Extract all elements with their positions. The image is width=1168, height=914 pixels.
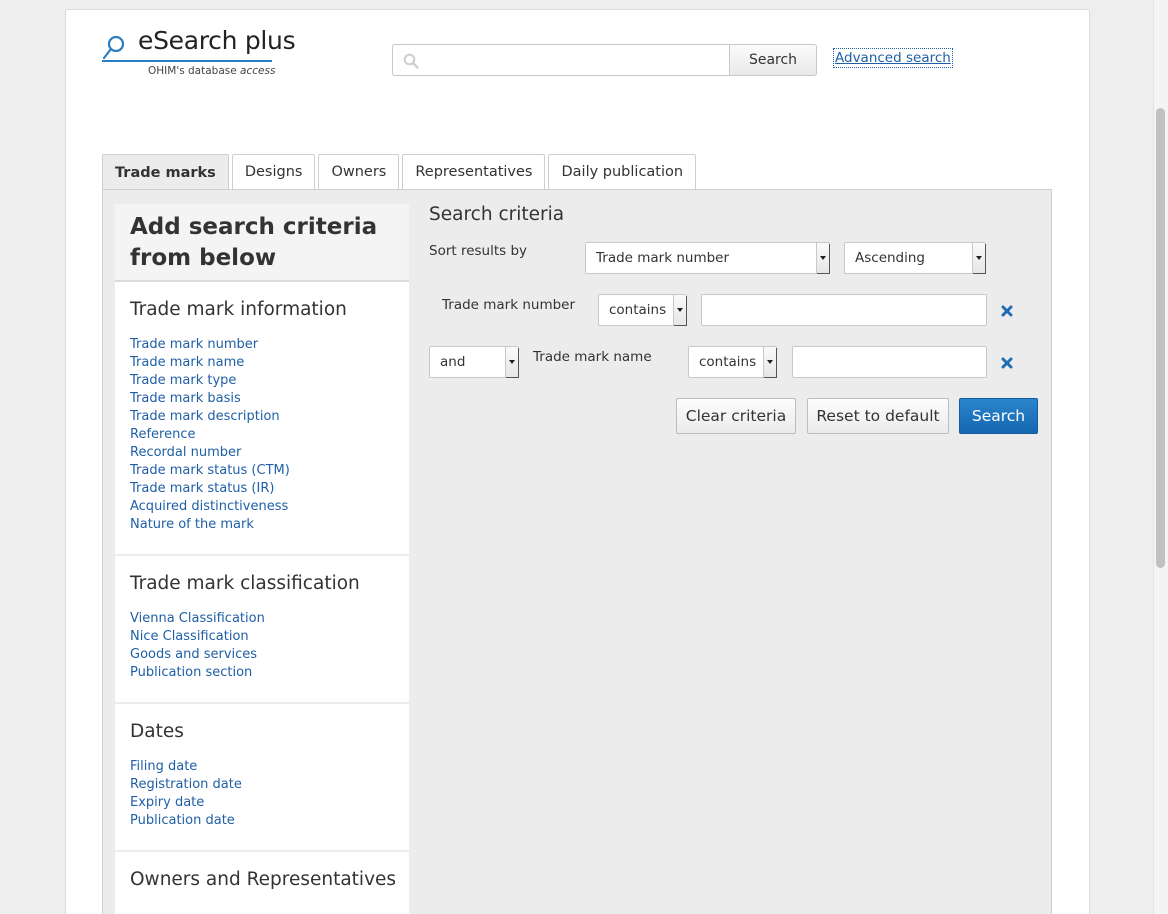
criteria-link[interactable]: Filing date — [130, 758, 394, 776]
clear-criteria-button[interactable]: Clear criteria — [676, 398, 796, 434]
advanced-search-link[interactable]: Advanced search — [833, 48, 953, 68]
esearch-logo[interactable]: eSearch plus OHIM's database access — [102, 26, 302, 82]
criteria-value-input[interactable] — [792, 346, 987, 378]
tab-designs[interactable]: Designs — [231, 154, 316, 189]
top-search-box — [392, 44, 730, 76]
criteria-link[interactable]: Goods and services — [130, 646, 394, 664]
dropdown-arrow-icon — [972, 243, 985, 273]
section-title: Dates — [130, 721, 184, 742]
dropdown-arrow-icon — [763, 347, 776, 377]
criteria-link[interactable]: Recordal number — [130, 444, 394, 462]
operator-select[interactable]: contains — [688, 346, 777, 378]
top-search-button[interactable]: Search — [729, 44, 817, 76]
criteria-link[interactable]: Nice Classification — [130, 628, 394, 646]
section-trade-mark-classification: Trade mark classification Vienna Classif… — [115, 556, 409, 704]
operator-value: contains — [609, 302, 667, 318]
reset-default-button[interactable]: Reset to default — [807, 398, 949, 434]
logo-underline — [102, 60, 272, 62]
dropdown-arrow-icon — [505, 347, 518, 377]
tab-bar: Trade marks Designs Owners Representativ… — [102, 154, 699, 190]
sort-order-select[interactable]: Ascending — [844, 242, 986, 274]
criteria-row-label: Trade mark number — [442, 297, 576, 313]
operator-value: contains — [699, 354, 757, 370]
criteria-link[interactable]: Acquired distinctiveness — [130, 498, 394, 516]
section-title: Trade mark classification — [130, 573, 360, 594]
section-owners-representatives: Owners and Representatives — [115, 852, 409, 914]
logo-subtitle: OHIM's database access — [148, 65, 275, 77]
sort-field-value: Trade mark number — [596, 250, 730, 266]
logo-title: eSearch plus — [138, 26, 296, 55]
section-title: Trade mark information — [130, 299, 347, 320]
sort-label: Sort results by — [429, 243, 528, 259]
section-trade-mark-information: Trade mark information Trade mark number… — [115, 282, 409, 556]
vertical-scrollbar[interactable] — [1153, 0, 1168, 914]
connector-value: and — [440, 354, 466, 370]
operator-select[interactable]: contains — [598, 294, 687, 326]
criteria-link[interactable]: Trade mark number — [130, 336, 394, 354]
search-icon — [403, 53, 419, 69]
criteria-link[interactable]: Reference — [130, 426, 394, 444]
criteria-link[interactable]: Trade mark basis — [130, 390, 394, 408]
logo-subtitle-emphasis: access — [240, 65, 276, 77]
logo-subtitle-main: OHIM's database — [148, 65, 237, 77]
section-dates: Dates Filing date Registration date Expi… — [115, 704, 409, 852]
criteria-row-label: Trade mark name — [533, 349, 652, 365]
sidebar-heading: Add search criteria from below — [115, 204, 409, 282]
dropdown-arrow-icon — [673, 295, 686, 325]
criteria-sidebar: Add search criteria from below Trade mar… — [115, 204, 409, 914]
criteria-link[interactable]: Trade mark description — [130, 408, 394, 426]
criteria-link[interactable]: Trade mark type — [130, 372, 394, 390]
criteria-link[interactable]: Trade mark status (IR) — [130, 480, 394, 498]
criteria-title: Search criteria — [429, 204, 565, 225]
dropdown-arrow-icon — [816, 243, 829, 273]
criteria-link[interactable]: Expiry date — [130, 794, 394, 812]
tab-daily-publication[interactable]: Daily publication — [548, 154, 697, 189]
sort-order-value: Ascending — [855, 250, 925, 266]
criteria-link[interactable]: Trade mark status (CTM) — [130, 462, 394, 480]
criteria-link[interactable]: Registration date — [130, 776, 394, 794]
criteria-link[interactable]: Trade mark name — [130, 354, 394, 372]
section-title: Owners and Representatives — [130, 869, 397, 890]
tab-trade-marks[interactable]: Trade marks — [102, 154, 229, 190]
connector-select[interactable]: and — [429, 346, 519, 378]
magnifier-logo-icon — [102, 35, 125, 60]
tab-representatives[interactable]: Representatives — [402, 154, 546, 189]
tab-owners[interactable]: Owners — [318, 154, 400, 189]
search-button[interactable]: Search — [959, 398, 1038, 434]
scrollbar-thumb[interactable] — [1156, 108, 1165, 568]
criteria-link[interactable]: Vienna Classification — [130, 610, 394, 628]
criteria-link[interactable]: Nature of the mark — [130, 516, 394, 534]
remove-criteria-icon[interactable] — [1001, 305, 1013, 317]
top-search-input[interactable] — [393, 45, 730, 75]
criteria-link[interactable]: Publication date — [130, 812, 394, 830]
remove-criteria-icon[interactable] — [1001, 357, 1013, 369]
criteria-link[interactable]: Publication section — [130, 664, 394, 682]
criteria-value-input[interactable] — [701, 294, 987, 326]
sort-field-select[interactable]: Trade mark number — [585, 242, 830, 274]
